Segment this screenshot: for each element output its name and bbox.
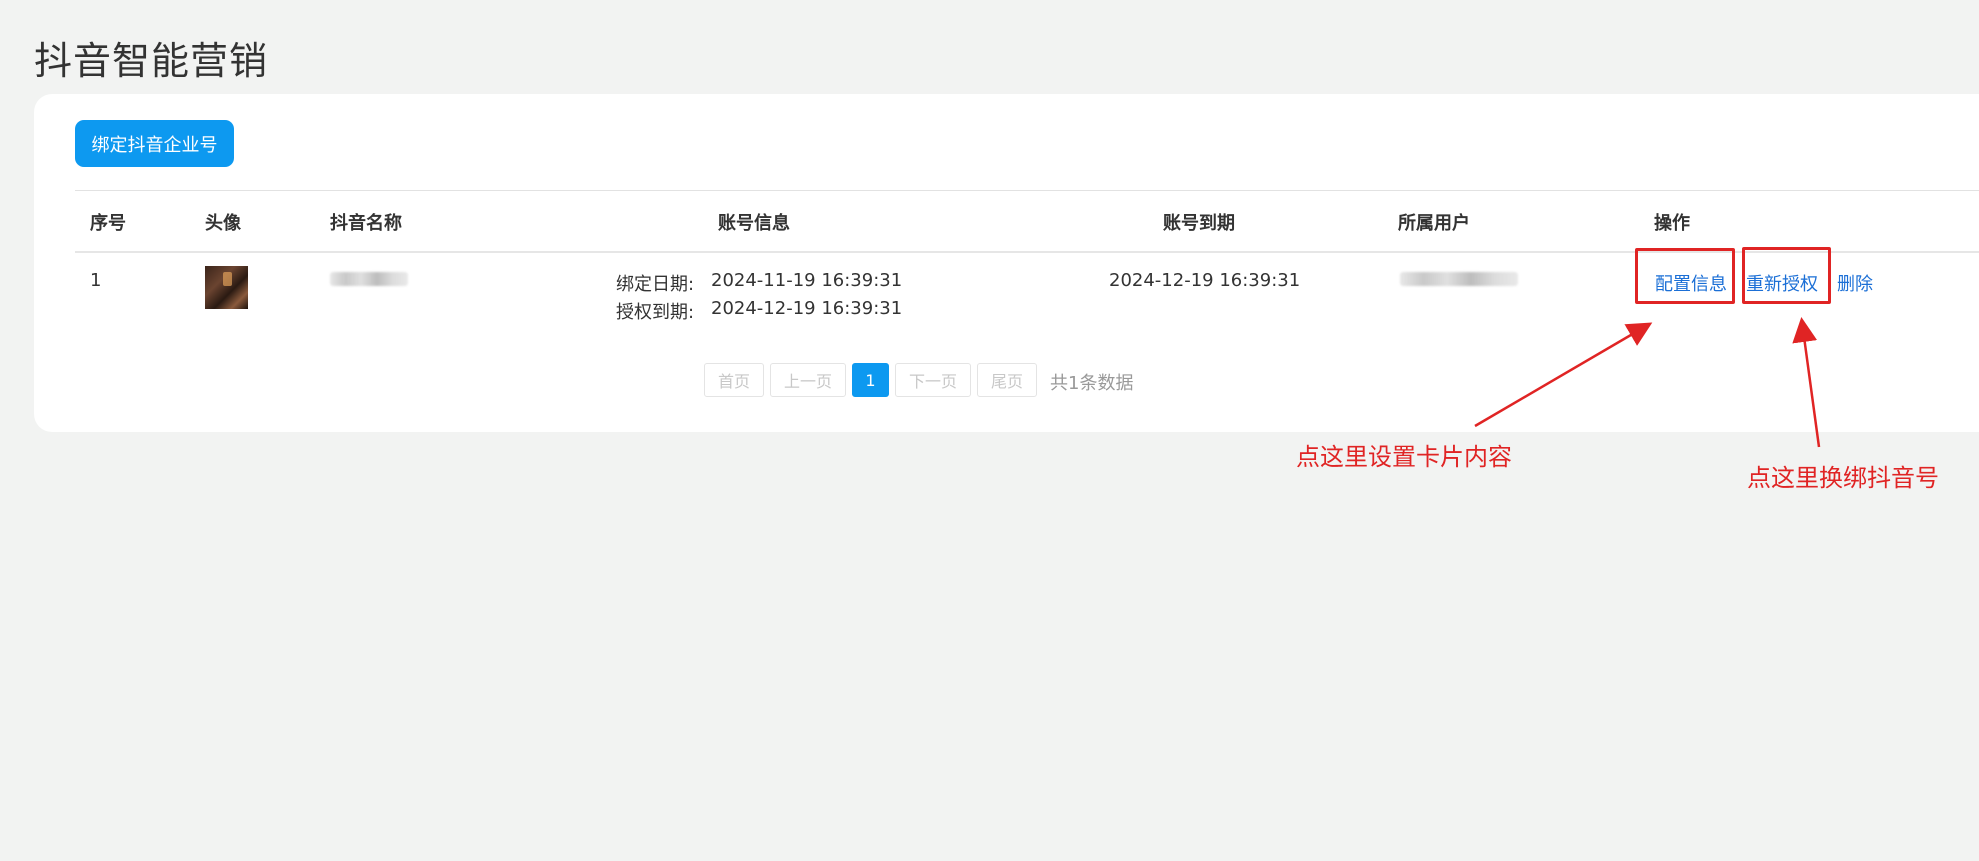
config-arrow <box>1474 322 1653 428</box>
annotation-arrows <box>1474 317 1821 448</box>
reauth-arrow <box>1792 317 1821 448</box>
config-annotation-text: 点这里设置卡片内容 <box>1296 443 1512 471</box>
reauth-annotation-text: 点这里换绑抖音号 <box>1747 464 1939 492</box>
